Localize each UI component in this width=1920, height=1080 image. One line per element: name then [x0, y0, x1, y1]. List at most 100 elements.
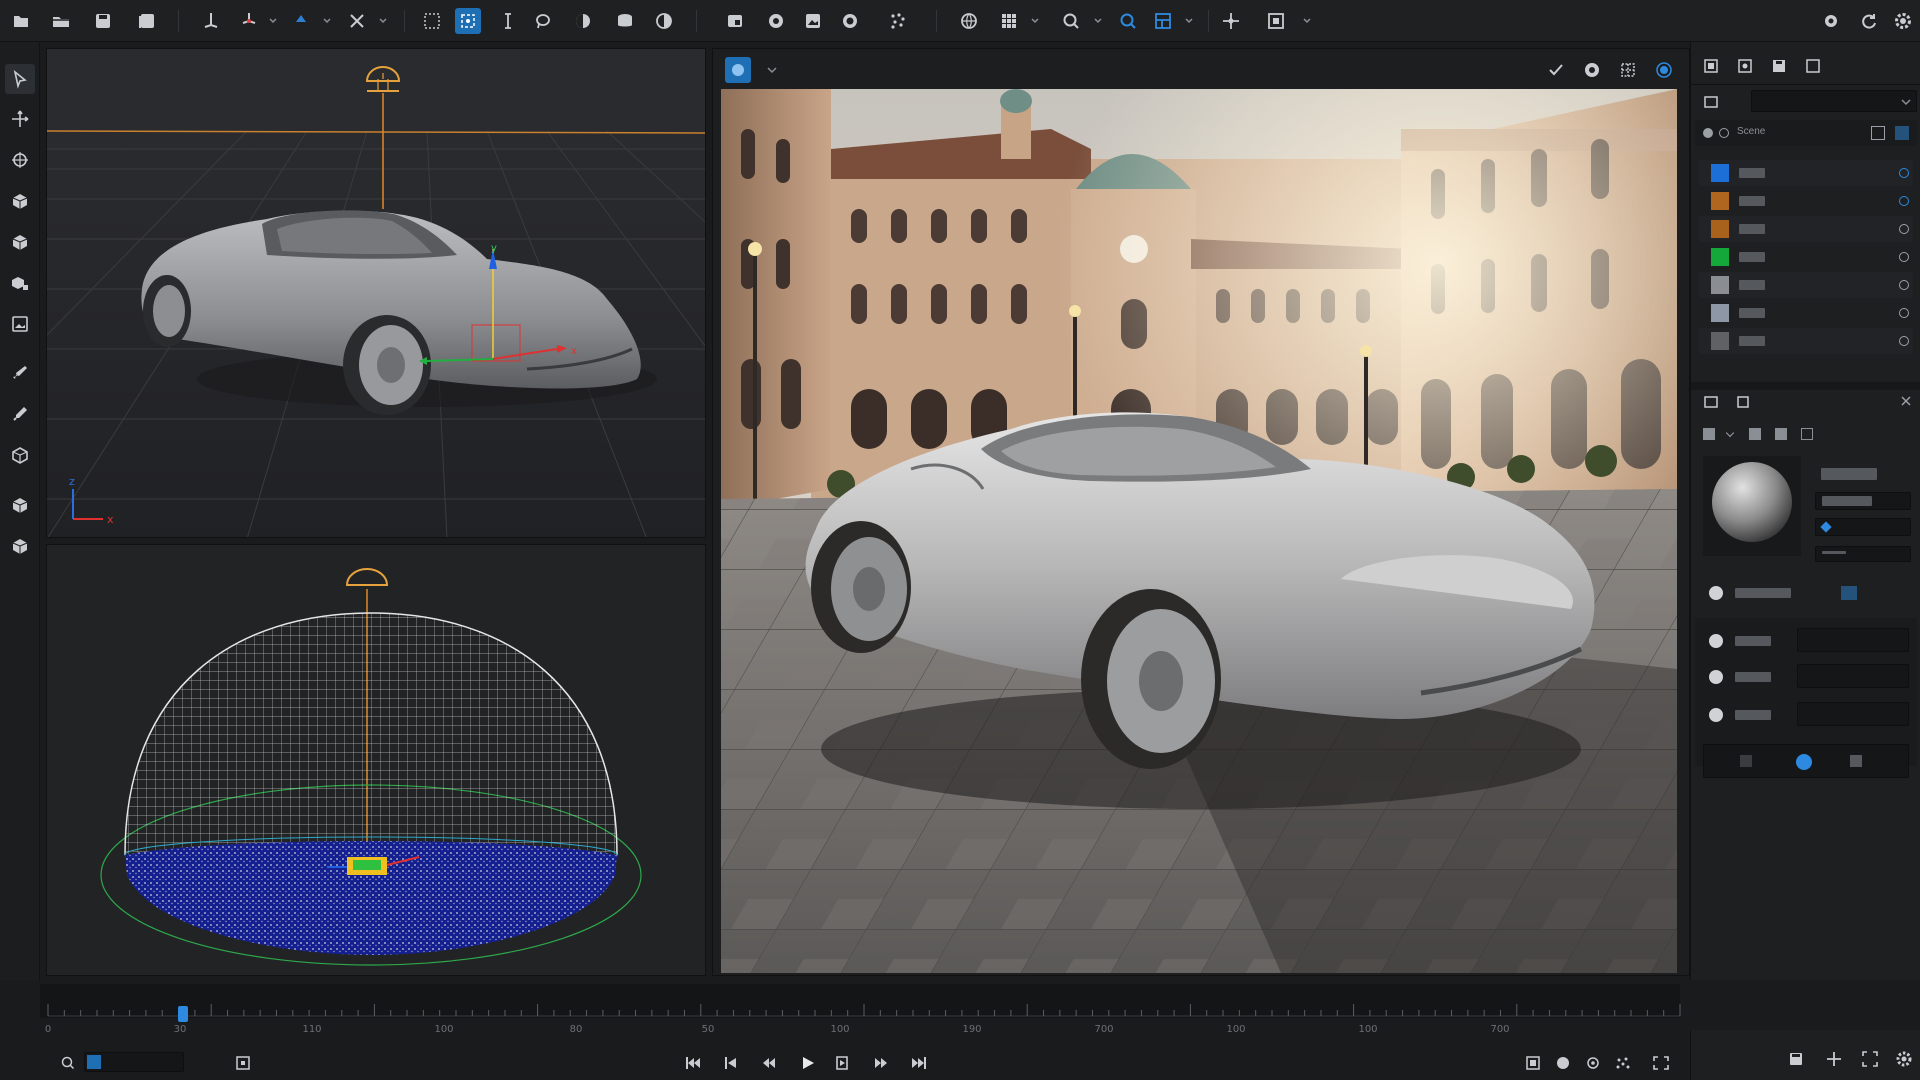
info-icon[interactable] [1841, 586, 1857, 600]
text-cursor-icon[interactable] [495, 8, 521, 34]
keyframe-icon[interactable] [235, 1055, 251, 1071]
visibility-toggle-icon[interactable] [1899, 196, 1909, 206]
layer-row[interactable] [1699, 244, 1913, 270]
playhead[interactable] [178, 1006, 188, 1022]
perspective-viewport[interactable]: y x z x [46, 48, 706, 538]
move-tool-icon[interactable] [5, 104, 35, 134]
dome-canvas[interactable] [47, 545, 706, 976]
gizmo-icon[interactable] [288, 8, 314, 34]
layer-row[interactable] [1699, 160, 1913, 186]
visibility-icon[interactable] [1703, 128, 1713, 138]
material-preview[interactable] [1703, 456, 1801, 556]
panel-layout-icon[interactable] [1703, 58, 1719, 74]
box-select-icon[interactable] [419, 8, 445, 34]
layer-color-swatch[interactable] [1711, 192, 1729, 210]
prev-frame-button[interactable] [756, 1052, 782, 1074]
next-frame-button[interactable] [868, 1052, 894, 1074]
expand-icon[interactable] [1861, 1050, 1879, 1068]
scene-icon[interactable] [1703, 94, 1719, 110]
history-icon[interactable] [765, 63, 779, 77]
chevron-down-icon[interactable] [1725, 428, 1735, 438]
visibility-toggle-icon[interactable] [1899, 168, 1909, 178]
cube-paint-tool-icon[interactable] [5, 531, 35, 561]
next-key-button[interactable] [830, 1052, 856, 1074]
layer-color-swatch[interactable] [1711, 248, 1729, 266]
chevron-down-icon[interactable] [378, 14, 388, 28]
option-row[interactable] [1695, 624, 1917, 658]
active-render-icon[interactable] [1655, 61, 1673, 79]
cube-small-tool-icon[interactable] [5, 490, 35, 520]
chevron-down-icon[interactable] [1030, 14, 1040, 28]
image-tool-icon[interactable] [5, 309, 35, 339]
footer-icon[interactable] [1850, 755, 1862, 767]
sphere-icon[interactable] [1550, 1052, 1576, 1074]
mat-tool-icon[interactable] [1775, 428, 1787, 440]
dome-light-viewport[interactable] [46, 544, 706, 976]
target-icon[interactable] [1580, 1052, 1606, 1074]
panel-focus-icon[interactable] [1737, 58, 1753, 74]
mat-tool-icon[interactable] [1703, 428, 1715, 440]
close-icon[interactable] [1899, 394, 1913, 408]
brush-tool-icon[interactable] [5, 358, 35, 388]
material-icon[interactable] [1703, 394, 1719, 410]
save-icon[interactable] [90, 8, 116, 34]
option-row[interactable] [1695, 698, 1917, 732]
layer-color-swatch[interactable] [1711, 164, 1729, 182]
radio-icon[interactable] [1709, 708, 1723, 722]
visibility-toggle-icon[interactable] [1899, 336, 1909, 346]
timeline-search-input[interactable] [84, 1052, 184, 1072]
layer-color-swatch[interactable] [1711, 220, 1729, 238]
sphere-icon[interactable] [570, 8, 596, 34]
checkmark-icon[interactable] [1547, 61, 1565, 79]
visibility-toggle-icon[interactable] [1899, 280, 1909, 290]
paint-tool-icon[interactable] [5, 399, 35, 429]
layout-icon[interactable] [1150, 8, 1176, 34]
render-image-icon[interactable] [800, 8, 826, 34]
transform-icon[interactable] [344, 8, 370, 34]
chevron-down-icon[interactable] [1302, 14, 1312, 28]
scene-dropdown[interactable] [1751, 90, 1917, 112]
half-tone-icon[interactable] [651, 8, 677, 34]
scatter-icon[interactable] [885, 8, 911, 34]
visibility-toggle-icon[interactable] [1899, 224, 1909, 234]
frame-icon[interactable] [1263, 8, 1289, 34]
panel-save-icon[interactable] [1771, 58, 1787, 74]
metal-field[interactable] [1815, 518, 1911, 536]
sync-icon[interactable] [1856, 8, 1882, 34]
layer-row[interactable] [1699, 300, 1913, 326]
color-swatch-icon[interactable] [1796, 754, 1812, 770]
chevron-down-icon[interactable] [1184, 14, 1194, 28]
focus-icon[interactable] [455, 8, 481, 34]
grid-toggle-icon[interactable] [1619, 61, 1637, 79]
active-layer-icon[interactable] [1895, 126, 1909, 140]
camera-icon[interactable] [837, 8, 863, 34]
layer-row[interactable] [1699, 328, 1913, 354]
option-row[interactable] [1695, 576, 1917, 608]
play-button[interactable] [794, 1052, 820, 1074]
chevron-down-icon[interactable] [1093, 14, 1103, 28]
mesh-icon[interactable] [612, 8, 638, 34]
roughness-field[interactable] [1815, 492, 1911, 510]
search-icon[interactable] [60, 1055, 76, 1071]
layer-color-swatch[interactable] [1711, 332, 1729, 350]
visibility-toggle-icon[interactable] [1899, 252, 1909, 262]
radio-icon[interactable] [1709, 670, 1723, 684]
material-tool-icon[interactable] [5, 440, 35, 470]
prev-key-button[interactable] [718, 1052, 744, 1074]
render-mode-icon[interactable] [725, 57, 751, 83]
sphere-toggle-icon[interactable] [1583, 61, 1601, 79]
ior-field[interactable] [1815, 546, 1911, 562]
layer-row[interactable] [1699, 216, 1913, 242]
axis-icon[interactable] [198, 8, 224, 34]
cube-tool-icon[interactable] [5, 186, 35, 216]
add-layer-icon[interactable] [1871, 126, 1885, 140]
radio-icon[interactable] [1709, 634, 1723, 648]
lock-icon[interactable] [1719, 128, 1729, 138]
settings-icon[interactable] [1818, 8, 1844, 34]
grid-icon[interactable] [996, 8, 1022, 34]
go-to-start-button[interactable] [680, 1052, 706, 1074]
move-icon[interactable] [1218, 8, 1244, 34]
search-icon[interactable] [1058, 8, 1084, 34]
viewport-canvas[interactable]: y x z x [47, 49, 706, 538]
visibility-toggle-icon[interactable] [1899, 308, 1909, 318]
